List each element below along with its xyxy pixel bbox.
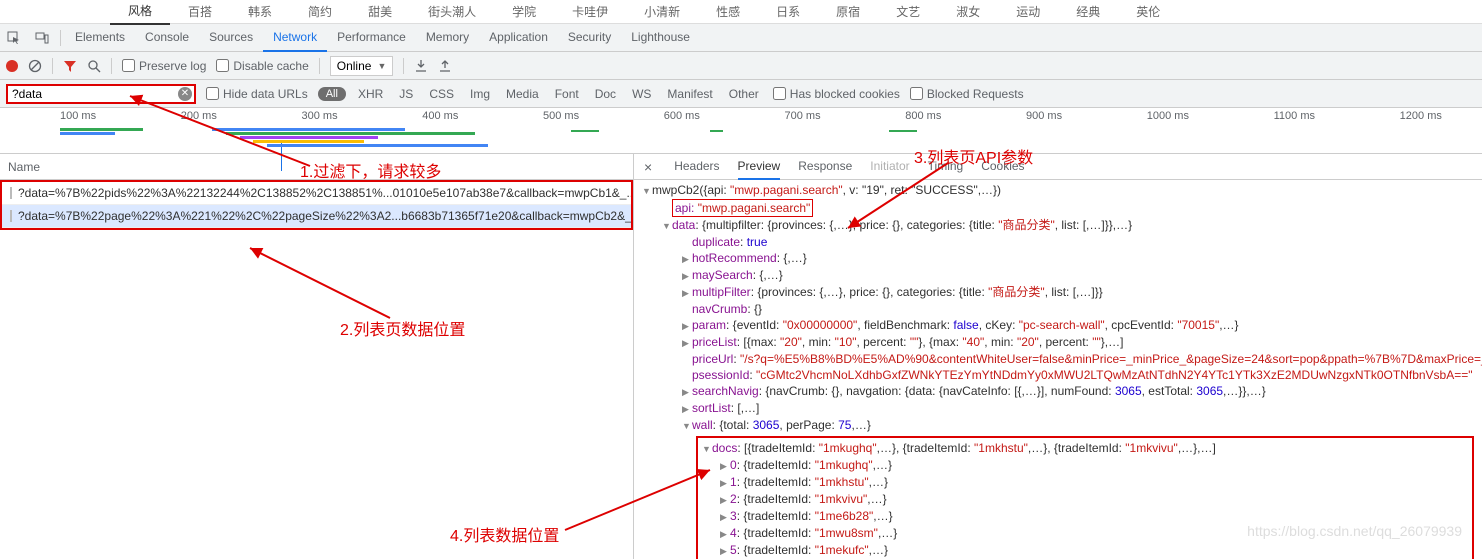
clear-icon[interactable] xyxy=(28,59,42,73)
watermark: https://blog.csdn.net/qq_26079939 xyxy=(1247,523,1462,539)
filter-type-manifest[interactable]: Manifest xyxy=(663,85,716,103)
search-icon[interactable] xyxy=(87,59,101,73)
blocked-requests-checkbox[interactable]: Blocked Requests xyxy=(910,87,1024,101)
has-blocked-cookies-checkbox[interactable]: Has blocked cookies xyxy=(773,87,900,101)
timeline-tick: 900 ms xyxy=(1026,110,1062,122)
detail-tabs: × Headers Preview Response Initiator Timing C… xyxy=(634,154,1482,180)
devtools-tab-performance[interactable]: Performance xyxy=(327,24,416,52)
timeline-tick: 300 ms xyxy=(302,110,338,122)
detail-tab-headers[interactable]: Headers xyxy=(674,154,719,180)
preserve-log-checkbox[interactable]: Preserve log xyxy=(122,59,206,73)
filter-type-media[interactable]: Media xyxy=(502,85,543,103)
record-button[interactable] xyxy=(6,60,18,72)
timeline-tick: 1200 ms xyxy=(1400,110,1442,122)
site-tab[interactable]: 文艺 xyxy=(878,0,938,24)
close-detail-icon[interactable]: × xyxy=(644,159,656,175)
devtools-tab-lighthouse[interactable]: Lighthouse xyxy=(621,24,700,52)
request-row[interactable]: ?data=%7B%22pids%22%3A%22132244%2C138852… xyxy=(2,182,631,205)
filter-type-doc[interactable]: Doc xyxy=(591,85,620,103)
network-toolbar: Preserve log Disable cache Online▼ xyxy=(0,52,1482,80)
device-toggle-icon[interactable] xyxy=(28,24,56,52)
site-tab[interactable]: 运动 xyxy=(998,0,1058,24)
site-tab[interactable]: 百搭 xyxy=(170,0,230,24)
detail-pane: × Headers Preview Response Initiator Timing C… xyxy=(634,154,1482,559)
site-tab[interactable]: 街头潮人 xyxy=(410,0,494,24)
site-tab[interactable]: 原宿 xyxy=(818,0,878,24)
devtools-tab-console[interactable]: Console xyxy=(135,24,199,52)
site-tab[interactable]: 风格 xyxy=(110,0,170,25)
site-tab[interactable]: 日系 xyxy=(758,0,818,24)
import-icon[interactable] xyxy=(414,59,428,73)
docs-item[interactable]: 5: {tradeItemId: "1mekufc",…} xyxy=(702,542,1468,559)
file-icon xyxy=(10,210,12,222)
inspect-icon[interactable] xyxy=(0,24,28,52)
docs-item[interactable]: 2: {tradeItemId: "1mkvivu",…} xyxy=(702,491,1468,508)
filter-type-js[interactable]: JS xyxy=(395,85,417,103)
timeline-tick: 700 ms xyxy=(785,110,821,122)
timeline-overview[interactable]: 100 ms 200 ms 300 ms 400 ms 500 ms 600 ms 700 … xyxy=(0,108,1482,154)
content-area: Name ?data=%7B%22pids%22%3A%22132244%2C1… xyxy=(0,154,1482,559)
filter-bar: ✕ Hide data URLs All XHR JS CSS Img Media Font… xyxy=(0,80,1482,108)
timeline-tick: 800 ms xyxy=(905,110,941,122)
throttling-select[interactable]: Online▼ xyxy=(330,56,394,76)
site-tab[interactable]: 小清新 xyxy=(626,0,698,24)
site-tab[interactable]: 简约 xyxy=(290,0,350,24)
devtools-tab-memory[interactable]: Memory xyxy=(416,24,479,52)
detail-tab-preview[interactable]: Preview xyxy=(738,154,781,180)
detail-tab-response[interactable]: Response xyxy=(798,154,852,180)
docs-item[interactable]: 1: {tradeItemId: "1mkhstu",…} xyxy=(702,474,1468,491)
filter-type-other[interactable]: Other xyxy=(725,85,763,103)
timeline-tick: 100 ms xyxy=(60,110,96,122)
docs-item[interactable]: 0: {tradeItemId: "1mkughq",…} xyxy=(702,457,1468,474)
detail-tab-initiator[interactable]: Initiator xyxy=(870,154,909,180)
site-nav: 风格百搭韩系简约甜美街头潮人学院卡哇伊小清新性感日系原宿文艺淑女运动经典英伦 xyxy=(0,0,1482,24)
detail-tab-cookies[interactable]: Cookies xyxy=(981,154,1024,180)
timeline-tick: 600 ms xyxy=(664,110,700,122)
name-column-header[interactable]: Name xyxy=(0,154,633,180)
filter-type-img[interactable]: Img xyxy=(466,85,494,103)
request-rows: ?data=%7B%22pids%22%3A%22132244%2C138852… xyxy=(0,180,633,230)
site-tab[interactable]: 淑女 xyxy=(938,0,998,24)
filter-type-ws[interactable]: WS xyxy=(628,85,655,103)
site-tab[interactable]: 卡哇伊 xyxy=(554,0,626,24)
hide-data-urls-checkbox[interactable]: Hide data URLs xyxy=(206,87,308,101)
devtools-tab-elements[interactable]: Elements xyxy=(65,24,135,52)
devtools-tab-security[interactable]: Security xyxy=(558,24,621,52)
filter-type-font[interactable]: Font xyxy=(551,85,583,103)
detail-tab-timing[interactable]: Timing xyxy=(928,154,964,180)
request-list-pane: Name ?data=%7B%22pids%22%3A%22132244%2C1… xyxy=(0,154,634,559)
filter-type-all[interactable]: All xyxy=(318,87,346,101)
timeline-tick: 400 ms xyxy=(422,110,458,122)
site-tab[interactable]: 英伦 xyxy=(1118,0,1178,24)
filter-type-xhr[interactable]: XHR xyxy=(354,85,387,103)
request-row[interactable]: ?data=%7B%22page%22%3A%221%22%2C%22pageS… xyxy=(2,205,631,228)
devtools-tab-bar: ElementsConsoleSourcesNetworkPerformance… xyxy=(0,24,1482,52)
disable-cache-checkbox[interactable]: Disable cache xyxy=(216,59,308,73)
preview-json[interactable]: mwpCb2({api: "mwp.pagani.search", v: "19… xyxy=(634,180,1482,559)
file-icon xyxy=(10,187,12,199)
site-tab[interactable]: 韩系 xyxy=(230,0,290,24)
chevron-down-icon: ▼ xyxy=(377,61,386,71)
clear-filter-icon[interactable]: ✕ xyxy=(178,87,192,101)
devtools-tab-application[interactable]: Application xyxy=(479,24,558,52)
site-tab[interactable]: 甜美 xyxy=(350,0,410,24)
timeline-tick: 500 ms xyxy=(543,110,579,122)
devtools-tab-network[interactable]: Network xyxy=(263,24,327,52)
timeline-tick: 200 ms xyxy=(181,110,217,122)
site-tab[interactable]: 经典 xyxy=(1058,0,1118,24)
site-tab[interactable]: 学院 xyxy=(494,0,554,24)
devtools-tab-sources[interactable]: Sources xyxy=(199,24,263,52)
site-tab[interactable]: 性感 xyxy=(698,0,758,24)
filter-icon[interactable] xyxy=(63,59,77,73)
timeline-tick: 1000 ms xyxy=(1147,110,1189,122)
export-icon[interactable] xyxy=(438,59,452,73)
filter-input[interactable] xyxy=(6,84,196,104)
filter-type-css[interactable]: CSS xyxy=(425,85,458,103)
timeline-tick: 1100 ms xyxy=(1274,110,1315,122)
